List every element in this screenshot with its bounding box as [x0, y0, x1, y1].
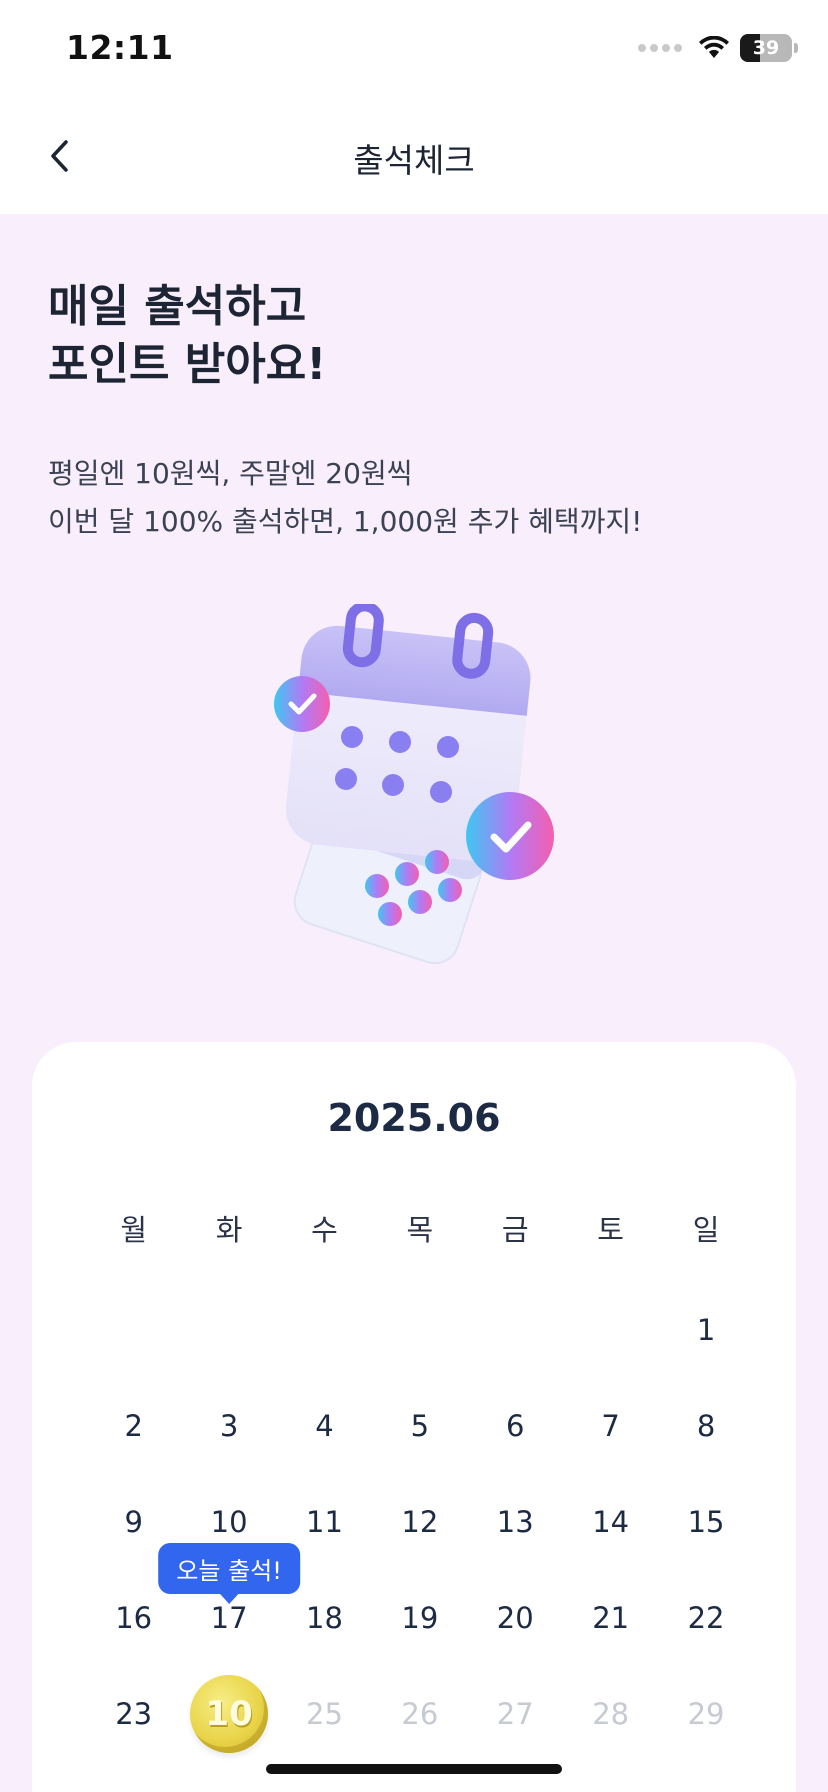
today-attendance-tooltip: 오늘 출석! [158, 1543, 300, 1594]
calendar-grid: 월 화 수 목 금 토 일 1 2 3 4 5 6 7 8 9 10 11 12 13 14 15 16 17 오늘 출석! 18… [86, 1198, 754, 1792]
calendar-day[interactable]: 19 [372, 1601, 467, 1635]
day-number: 28 [592, 1697, 630, 1731]
day-number: 11 [306, 1505, 343, 1539]
weekday-label: 목 [406, 1213, 434, 1247]
subtitle-line-1: 평일엔 10원씩, 주말엔 20원씩 [48, 457, 413, 490]
calendar-card: 2025.06 월 화 수 목 금 토 일 1 2 3 4 5 6 7 8 9 10 11 12 13 14 15 16 17… [32, 1042, 796, 1792]
day-number: 21 [592, 1601, 630, 1635]
calendar-day[interactable]: 5 [372, 1409, 467, 1443]
day-number: 19 [401, 1601, 439, 1635]
coin-icon: 10 [190, 1675, 269, 1753]
calendar-day[interactable]: 17 오늘 출석! [158, 1543, 300, 1635]
day-number: 12 [401, 1505, 439, 1539]
calendar-day[interactable]: 25 [277, 1697, 372, 1731]
day-number: 17 [210, 1601, 248, 1635]
calendar-day[interactable]: 7 [563, 1409, 658, 1443]
page-title: 출석체크 [353, 141, 475, 180]
weekday-label: 월 [120, 1213, 148, 1247]
day-number: 27 [496, 1697, 534, 1731]
headline-line-1: 매일 출석하고 [48, 281, 307, 332]
day-number: 8 [696, 1409, 716, 1443]
headline: 매일 출석하고 포인트 받아요! [48, 278, 326, 394]
day-number: 5 [410, 1409, 430, 1443]
day-number: 15 [687, 1505, 725, 1539]
calendar-day[interactable]: 6 [468, 1409, 563, 1443]
status-time: 12:11 [66, 28, 174, 67]
calendar-day[interactable]: 29 [658, 1697, 753, 1731]
weekday-header: 월화수목금토일 [86, 1198, 754, 1258]
weekday-label: 수 [311, 1213, 338, 1247]
weekday-label: 화 [215, 1213, 243, 1247]
wifi-icon [699, 36, 729, 58]
calendar-illustration [274, 604, 554, 965]
day-number: 6 [506, 1409, 525, 1443]
day-number: 4 [315, 1409, 334, 1443]
calendar-day[interactable]: 21 [563, 1601, 658, 1635]
day-number: 2 [124, 1409, 143, 1443]
subtitle: 평일엔 10원씩, 주말엔 20원씩 이번 달 100% 출석하면, 1,000… [48, 450, 642, 546]
weekday-label: 토 [597, 1213, 624, 1247]
day-number: 18 [306, 1601, 343, 1635]
calendar-day[interactable]: 1 [658, 1313, 753, 1347]
home-indicator [266, 1764, 562, 1774]
calendar-day[interactable]: 18 [277, 1601, 372, 1635]
calendar-day[interactable]: 9 [86, 1505, 181, 1539]
calendar-day[interactable]: 14 [563, 1505, 658, 1539]
calendar-day[interactable]: 15 [658, 1505, 753, 1539]
calendar-day[interactable]: 3 [181, 1409, 276, 1443]
calendar-day[interactable]: 27 [468, 1697, 563, 1731]
subtitle-line-2: 이번 달 100% 출석하면, 1,000원 추가 혜택까지! [48, 505, 643, 538]
day-number: 13 [496, 1505, 534, 1539]
day-number: 23 [115, 1697, 153, 1731]
calendar-day[interactable]: 13 [468, 1505, 563, 1539]
weekday-label: 금 [501, 1213, 529, 1247]
signal-icon [638, 44, 682, 52]
battery-icon: 39 [740, 34, 792, 62]
day-number: 25 [306, 1697, 343, 1731]
status-icons: 39 [638, 34, 798, 62]
calendar-week: 16 17 오늘 출석! 18 19 20 21 22 [86, 1543, 754, 1666]
calendar-week: 1 [86, 1282, 754, 1378]
calendar-day[interactable]: 26 [372, 1697, 467, 1731]
calendar-day[interactable]: 23 [86, 1697, 181, 1731]
day-number: 1 [696, 1313, 716, 1347]
calendar-month: 2025.06 [327, 1096, 501, 1140]
calendar-day[interactable]: 22 [658, 1601, 753, 1635]
nav-bar: 출석체크 [0, 100, 828, 214]
headline-line-2: 포인트 받아요! [48, 339, 327, 390]
calendar-day[interactable]: 11 [277, 1505, 372, 1539]
day-number: 9 [124, 1505, 143, 1539]
calendar-day[interactable]: 4 [277, 1409, 372, 1443]
day-number: 10 [210, 1505, 248, 1539]
day-number: 29 [687, 1697, 725, 1731]
day-number: 26 [401, 1697, 439, 1731]
weekday-label: 일 [692, 1213, 720, 1247]
attendance-content: 매일 출석하고 포인트 받아요! 평일엔 10원씩, 주말엔 20원씩 이번 달… [0, 214, 828, 1792]
battery-level: 39 [752, 37, 780, 59]
status-bar: 12:11 39 [0, 0, 828, 100]
day-number: 16 [115, 1601, 153, 1635]
day-number: 14 [592, 1505, 630, 1539]
calendar-day[interactable]: 2 [86, 1409, 181, 1443]
calendar-week: 23 10 25 26 27 28 29 [86, 1666, 754, 1762]
calendar-week: 2 3 4 5 6 7 8 [86, 1378, 754, 1474]
calendar-day[interactable]: 12 [372, 1505, 467, 1539]
day-number: 20 [496, 1601, 534, 1635]
calendar-day[interactable]: 16 [86, 1601, 181, 1635]
calendar-day[interactable]: 8 [658, 1409, 753, 1443]
calendar-day[interactable]: 20 [468, 1601, 563, 1635]
calendar-day[interactable]: 10 [181, 1505, 276, 1539]
day-number: 3 [219, 1409, 239, 1443]
day-number: 22 [687, 1601, 725, 1635]
day-number: 7 [601, 1409, 620, 1443]
today-coin[interactable]: 10 [181, 1675, 276, 1753]
calendar-day[interactable]: 28 [563, 1697, 658, 1731]
